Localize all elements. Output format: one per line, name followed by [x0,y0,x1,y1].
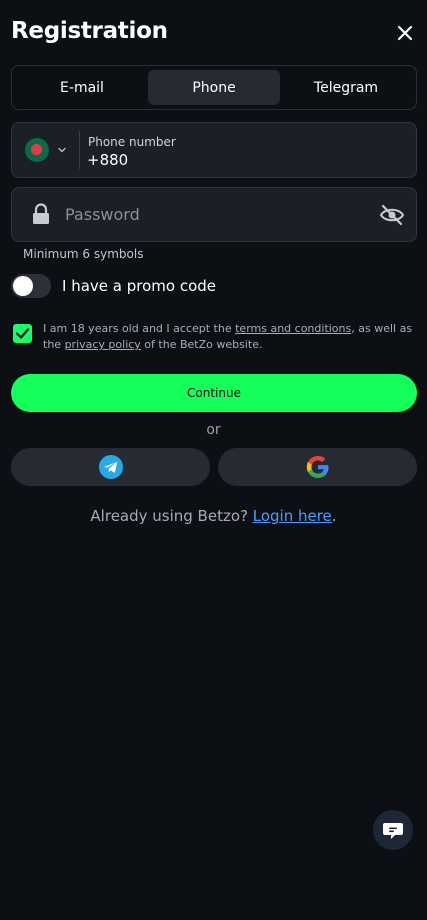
login-prompt-text: Already using Betzo? [90,507,253,525]
eye-off-icon[interactable] [379,203,405,227]
terms-text: I am 18 years old and I accept the terms… [43,321,423,353]
phone-label: Phone number [88,135,176,149]
login-prompt: Already using Betzo? Login here. [0,507,427,525]
password-hint: Minimum 6 symbols [23,247,144,261]
password-input[interactable]: Password [65,205,140,224]
terms-checkbox[interactable] [13,324,32,343]
telegram-login-button[interactable] [11,448,210,486]
country-selector[interactable] [12,123,79,177]
terms-text-part: I am 18 years old and I accept the [43,322,236,335]
privacy-link[interactable]: privacy policy [65,338,141,351]
chevron-down-icon [58,147,66,153]
tab-phone[interactable]: Phone [148,70,280,105]
phone-input[interactable]: +880 [87,151,128,169]
divider [79,131,80,169]
login-link[interactable]: Login here [253,507,332,525]
login-suffix: . [331,507,337,525]
google-login-button[interactable] [218,448,417,486]
terms-text-part: of the BetZo website. [140,338,263,351]
lock-icon [33,203,49,224]
google-icon [306,456,328,478]
terms-link[interactable]: terms and conditions [235,322,351,335]
toggle-knob [13,276,33,296]
continue-button[interactable]: Continue [11,374,417,412]
or-separator: or [206,422,221,438]
registration-method-tabs: E-mail Phone Telegram [11,65,417,110]
password-field[interactable]: Password [11,187,417,242]
phone-field[interactable]: Phone number +880 [11,122,417,178]
close-icon[interactable] [393,21,417,45]
bangladesh-flag-icon [25,138,49,162]
promo-toggle[interactable] [11,274,51,298]
check-icon [15,328,30,339]
tab-email[interactable]: E-mail [16,70,148,105]
chat-button[interactable] [373,810,413,850]
chat-icon [383,823,403,839]
promo-label: I have a promo code [62,277,216,295]
tab-telegram[interactable]: Telegram [280,70,412,105]
page-title: Registration [11,18,168,44]
telegram-icon [98,455,123,479]
